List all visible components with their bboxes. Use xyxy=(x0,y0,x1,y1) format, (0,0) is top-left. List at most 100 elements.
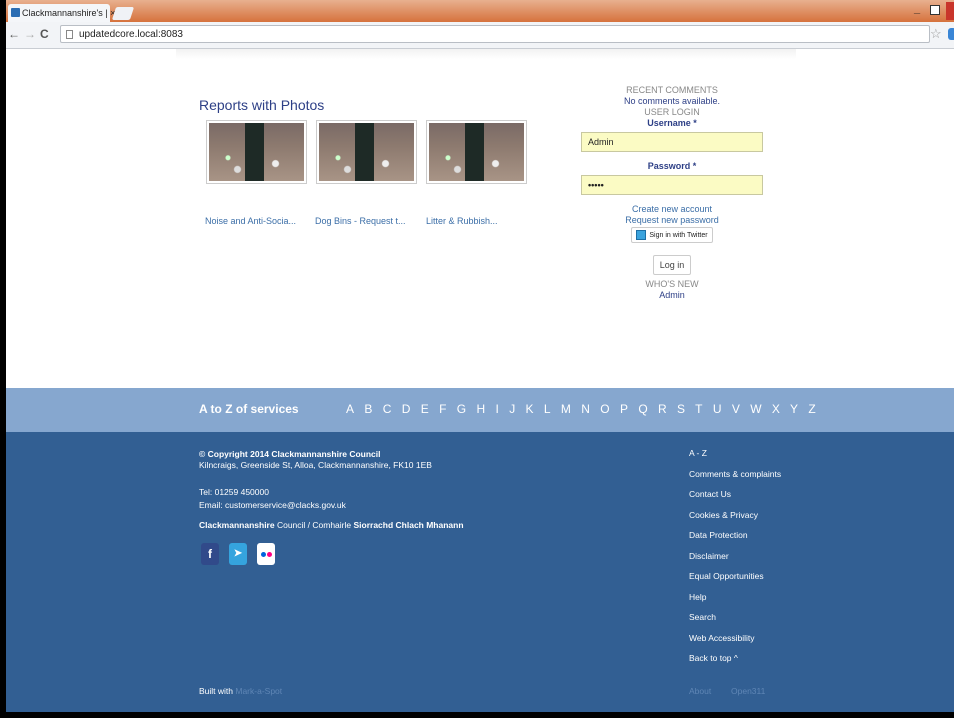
tab-title: Clackmannanshire's | × xyxy=(22,8,116,18)
az-letter-a[interactable]: A xyxy=(346,402,355,416)
back-icon[interactable]: ← xyxy=(8,27,20,41)
az-letter-m[interactable]: M xyxy=(561,402,572,416)
az-letter-k[interactable]: K xyxy=(526,402,535,416)
recent-comments-heading: RECENT COMMENTS xyxy=(626,85,718,95)
az-letter-l[interactable]: L xyxy=(544,402,552,416)
a-to-z-band: A to Z of services A B C D E F G H I J K… xyxy=(6,388,954,432)
report-photo-2[interactable] xyxy=(316,120,417,184)
twitter-bird-icon[interactable]: ➤ xyxy=(229,543,247,565)
favicon-icon xyxy=(11,8,20,17)
url-text: updatedcore.local:8083 xyxy=(79,29,183,40)
address-text: Kilncraigs, Greenside St, Alloa, Clackma… xyxy=(199,460,432,470)
report-photo-1[interactable] xyxy=(206,120,307,184)
about-link[interactable]: About xyxy=(689,686,711,696)
az-letter-j[interactable]: J xyxy=(509,402,516,416)
twitter-icon xyxy=(636,230,647,240)
page-icon xyxy=(66,30,73,39)
twitter-signin-label: Sign in with Twitter xyxy=(649,231,708,239)
footer-links: A - Z Comments & complaints Contact Us C… xyxy=(689,448,781,674)
az-letter-r[interactable]: R xyxy=(658,402,668,416)
az-letter-z[interactable]: Z xyxy=(808,402,816,416)
footer-link-a-z[interactable]: A - Z xyxy=(689,448,781,469)
built-with-text: Built with xyxy=(199,686,236,696)
az-letter-b[interactable]: B xyxy=(364,402,373,416)
page-content: Reports with Photos Noise and Anti-Socia… xyxy=(6,49,954,712)
az-letter-u[interactable]: U xyxy=(713,402,723,416)
footer-link-accessibility[interactable]: Web Accessibility xyxy=(689,633,781,654)
az-letter-t[interactable]: T xyxy=(695,402,703,416)
forward-icon[interactable]: → xyxy=(24,27,36,41)
reports-heading: Reports with Photos xyxy=(199,97,325,113)
footer-link-help[interactable]: Help xyxy=(689,592,781,613)
az-letter-v[interactable]: V xyxy=(732,402,741,416)
site-footer: © Copyright 2014 Clackmannanshire Counci… xyxy=(6,432,954,712)
footer-link-equal-opportunities[interactable]: Equal Opportunities xyxy=(689,571,781,592)
council-name-gd: Siorrachd Chlach Mhanann xyxy=(353,520,464,530)
back-to-top-link[interactable]: Back to top ^ xyxy=(689,653,781,674)
whos-new-heading: WHO'S NEW xyxy=(645,279,699,289)
open311-link[interactable]: Open311 xyxy=(731,686,765,696)
report-link-3[interactable]: Litter & Rubbish... xyxy=(426,216,498,226)
header-band xyxy=(176,49,796,59)
maximize-icon[interactable] xyxy=(930,5,940,15)
footer-link-data-protection[interactable]: Data Protection xyxy=(689,530,781,551)
az-letter-c[interactable]: C xyxy=(383,402,393,416)
footer-link-disclaimer[interactable]: Disclaimer xyxy=(689,551,781,572)
username-label: Username * xyxy=(647,118,697,128)
footer-link-search[interactable]: Search xyxy=(689,612,781,633)
report-photo-3[interactable] xyxy=(426,120,527,184)
a-to-z-letters: A B C D E F G H I J K L M N O P Q R S T xyxy=(346,402,822,416)
close-window-icon[interactable] xyxy=(946,2,954,20)
az-letter-h[interactable]: H xyxy=(476,402,486,416)
reload-icon[interactable]: C xyxy=(40,27,49,41)
az-letter-i[interactable]: I xyxy=(496,402,500,416)
footer-link-cookies[interactable]: Cookies & Privacy xyxy=(689,510,781,531)
az-letter-e[interactable]: E xyxy=(421,402,430,416)
sidebar: RECENT COMMENTS No comments available. U… xyxy=(580,85,764,300)
az-letter-n[interactable]: N xyxy=(581,402,591,416)
username-field[interactable]: Admin xyxy=(581,132,763,152)
whos-new-user[interactable]: Admin xyxy=(580,290,764,300)
report-link-2[interactable]: Dog Bins - Request t... xyxy=(315,216,406,226)
browser-window: Clackmannanshire's | × _ ← → C updatedco… xyxy=(6,0,954,712)
footer-link-comments[interactable]: Comments & complaints xyxy=(689,469,781,490)
twitter-signin-button[interactable]: Sign in with Twitter xyxy=(631,227,713,243)
address-bar[interactable]: updatedcore.local:8083 xyxy=(60,25,930,43)
browser-toolbar: ← → C updatedcore.local:8083 ☆ xyxy=(6,22,954,49)
az-letter-w[interactable]: W xyxy=(750,402,762,416)
create-account-link[interactable]: Create new account xyxy=(580,204,764,214)
az-letter-g[interactable]: G xyxy=(457,402,467,416)
facebook-icon[interactable]: f xyxy=(201,543,219,565)
built-with: Built with Mark-a-Spot xyxy=(199,686,282,696)
az-letter-d[interactable]: D xyxy=(402,402,412,416)
az-letter-f[interactable]: F xyxy=(439,402,447,416)
az-letter-s[interactable]: S xyxy=(677,402,686,416)
email-text: Email: customerservice@clacks.gov.uk xyxy=(199,500,346,510)
az-letter-y[interactable]: Y xyxy=(790,402,799,416)
az-letter-p[interactable]: P xyxy=(620,402,629,416)
report-link-1[interactable]: Noise and Anti-Socia... xyxy=(205,216,296,226)
telephone-text: Tel: 01259 450000 xyxy=(199,487,269,497)
copyright-text: © Copyright 2014 Clackmannanshire Counci… xyxy=(199,449,381,459)
council-name-en: Clackmannanshire xyxy=(199,520,275,530)
az-letter-q[interactable]: Q xyxy=(638,402,648,416)
login-button[interactable]: Log in xyxy=(652,255,692,275)
mark-a-spot-link[interactable]: Mark-a-Spot xyxy=(235,686,282,696)
extension-icon[interactable] xyxy=(948,28,954,40)
a-to-z-title: A to Z of services xyxy=(199,402,299,416)
az-letter-o[interactable]: O xyxy=(600,402,610,416)
council-name-mid: Council / Comhairle xyxy=(274,520,354,530)
password-field[interactable]: ••••• xyxy=(581,175,763,195)
browser-tab[interactable]: Clackmannanshire's | × xyxy=(8,4,115,22)
tab-strip: Clackmannanshire's | × _ xyxy=(6,0,954,22)
request-password-link[interactable]: Request new password xyxy=(580,215,764,225)
password-label: Password * xyxy=(647,161,697,171)
footer-link-contact[interactable]: Contact Us xyxy=(689,489,781,510)
new-tab-button[interactable] xyxy=(111,7,135,20)
council-name: Clackmannanshire Council / Comhairle Sio… xyxy=(199,520,464,530)
bookmark-star-icon[interactable]: ☆ xyxy=(930,26,942,42)
az-letter-x[interactable]: X xyxy=(772,402,781,416)
minimize-icon[interactable]: _ xyxy=(914,3,920,15)
no-comments-text: No comments available. xyxy=(623,96,721,106)
flickr-icon[interactable] xyxy=(257,543,275,565)
